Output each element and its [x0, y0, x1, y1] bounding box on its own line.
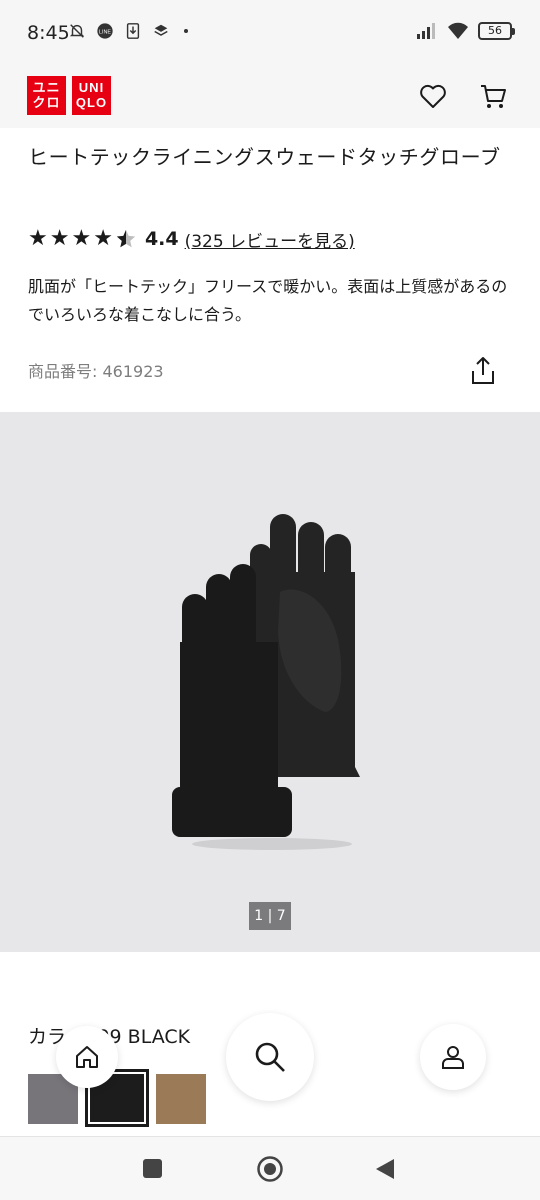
svg-text:LINE: LINE	[99, 29, 111, 35]
star-full-icon: ★	[49, 226, 70, 251]
heart-icon[interactable]	[418, 81, 448, 111]
search-icon	[255, 1042, 285, 1072]
rating-row: ★ ★ ★ ★ 4.4 (325 レビューを見る)	[28, 224, 355, 254]
product-image-gloves	[172, 514, 360, 850]
star-half-icon	[116, 229, 136, 248]
recents-icon[interactable]	[143, 1159, 162, 1178]
product-title: ヒートテックライニングスウェードタッチグローブ	[28, 145, 501, 169]
uniqlo-logo[interactable]: ユニ クロ UNI QLO	[27, 76, 111, 115]
app-header: ユニ クロ UNI QLO	[0, 64, 540, 128]
line-app-icon: LINE	[97, 23, 113, 39]
signal-icon	[417, 23, 435, 39]
status-time: 8:45	[27, 22, 70, 44]
account-icon	[442, 1046, 464, 1069]
home-button[interactable]	[56, 1026, 118, 1088]
layers-icon	[154, 24, 168, 36]
star-full-icon: ★	[71, 226, 92, 251]
muted-bell-icon	[69, 24, 85, 38]
status-notification-icons: LINE	[68, 22, 188, 40]
battery-indicator: 56	[478, 22, 515, 40]
reviews-link[interactable]: (325 レビューを見る)	[185, 227, 355, 252]
android-navigation-bar	[0, 1136, 540, 1200]
share-icon[interactable]	[466, 354, 500, 388]
image-counter: 1 | 7	[249, 902, 291, 930]
download-icon	[126, 23, 140, 39]
swatch-brown[interactable]	[156, 1074, 206, 1124]
product-number: 商品番号: 461923	[28, 362, 164, 381]
product-image-gallery[interactable]: 1 | 7	[0, 412, 540, 952]
status-system-icons: 56	[416, 22, 515, 40]
rating-stars: ★ ★ ★ ★	[28, 226, 137, 252]
back-icon[interactable]	[374, 1157, 396, 1181]
wifi-icon	[448, 22, 468, 39]
product-description: 肌面が「ヒートテック」フリースで暖かい。表面は上質感があるのでいろいろな着こなし…	[28, 277, 508, 324]
status-bar: 8:45 LINE 56	[0, 0, 540, 64]
logo-katakana: ユニ クロ	[27, 76, 66, 115]
search-button[interactable]	[226, 1013, 314, 1101]
star-full-icon: ★	[93, 226, 113, 251]
account-button[interactable]	[420, 1024, 486, 1090]
rating-value: 4.4	[144, 228, 179, 250]
cart-icon[interactable]	[478, 81, 508, 111]
star-full-icon: ★	[28, 226, 48, 251]
logo-latin: UNI QLO	[72, 76, 111, 115]
color-swatches	[28, 1069, 206, 1127]
home-circle-icon[interactable]	[256, 1155, 284, 1183]
more-notifications-dot	[184, 29, 188, 33]
home-icon	[76, 1046, 98, 1068]
